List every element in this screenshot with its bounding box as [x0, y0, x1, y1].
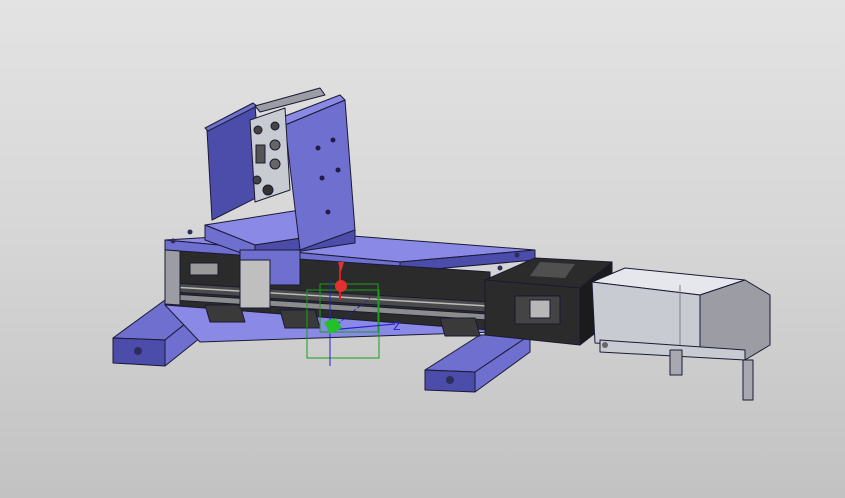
screw-icon — [330, 137, 336, 143]
carriage-plate — [239, 259, 271, 309]
left-end-cap — [164, 249, 181, 306]
servo-motor-icon[interactable] — [591, 267, 771, 401]
fitting-icon — [270, 121, 280, 131]
screw-icon — [335, 167, 341, 173]
screw-icon — [319, 175, 325, 181]
fitting-icon — [252, 175, 262, 185]
carriage-support-right — [439, 317, 481, 337]
screw-icon — [315, 145, 321, 151]
cad-3d-viewport[interactable]: Z — [0, 0, 845, 498]
valve-slot — [255, 144, 266, 164]
carriage-support-left — [204, 304, 246, 323]
mount-hole-icon — [497, 265, 503, 271]
mount-hole-icon — [170, 238, 176, 244]
motor-connector — [669, 349, 683, 376]
shaft-coupling — [529, 299, 551, 319]
connector-icon — [262, 184, 274, 196]
triad-red-handle[interactable] — [335, 280, 347, 292]
fitting-icon — [269, 139, 281, 151]
triad-z-label: Z — [393, 320, 401, 333]
mount-hole-icon — [187, 229, 193, 235]
motor-cable-gland — [742, 359, 754, 401]
left-bearing-block — [189, 262, 219, 276]
right-foot-hole-icon — [446, 376, 454, 384]
mount-hole-icon — [514, 252, 520, 258]
motor-bolt-icon — [602, 342, 608, 348]
screw-icon — [325, 209, 331, 215]
fitting-icon — [269, 158, 281, 170]
carriage-support-middle — [279, 309, 321, 329]
fitting-icon — [253, 125, 263, 135]
left-foot-hole-icon — [134, 347, 142, 355]
3d-scene[interactable]: Z — [0, 0, 845, 498]
